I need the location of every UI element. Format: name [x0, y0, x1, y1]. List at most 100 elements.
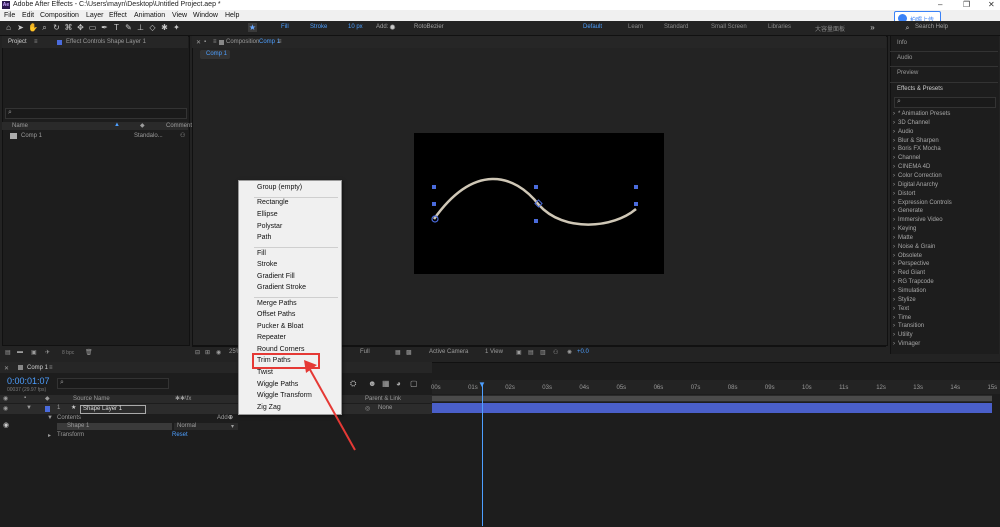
- tab-timeline-comp[interactable]: Comp 1: [27, 365, 48, 371]
- chevron-right-icon[interactable]: »: [868, 23, 877, 32]
- clone-stamp-tool-icon[interactable]: ⊥: [136, 23, 145, 32]
- effects-category-item[interactable]: Channel: [898, 155, 920, 161]
- switches-icon[interactable]: ✱✱\fx: [175, 395, 191, 402]
- work-area-bar[interactable]: [432, 395, 992, 402]
- column-parent[interactable]: Parent & Link: [365, 396, 401, 402]
- close-icon[interactable]: ✕: [196, 39, 201, 46]
- shape-path[interactable]: [414, 133, 664, 274]
- zoom-tool-icon[interactable]: ⌕: [40, 23, 49, 32]
- menu-item-fill[interactable]: Fill: [257, 250, 266, 257]
- info-panel-tab[interactable]: Info: [897, 40, 907, 46]
- tab-project[interactable]: Project: [8, 39, 27, 45]
- toggle-icon[interactable]: ▣: [516, 349, 522, 356]
- menu-view[interactable]: View: [172, 10, 187, 21]
- close-icon[interactable]: ✕: [4, 365, 9, 372]
- add-label[interactable]: Add: [217, 415, 228, 421]
- playhead-icon[interactable]: ▼: [478, 380, 486, 389]
- menu-item-round-corners[interactable]: Round Corners: [257, 346, 304, 353]
- audio-panel-tab[interactable]: Audio: [897, 55, 912, 61]
- star-icon[interactable]: ★: [248, 23, 257, 32]
- breadcrumb[interactable]: Comp 1: [200, 50, 230, 59]
- menu-item-gradient-fill[interactable]: Gradient Fill: [257, 273, 295, 280]
- effects-category-item[interactable]: Generate: [898, 208, 923, 214]
- bpc-label[interactable]: 8 bpc: [62, 350, 74, 356]
- menu-window[interactable]: Window: [193, 10, 218, 21]
- roto-brush-tool-icon[interactable]: ✱: [160, 23, 169, 32]
- eye-icon[interactable]: ◉: [3, 405, 8, 412]
- effects-category-item[interactable]: Digital Anarchy: [898, 182, 938, 188]
- home-icon[interactable]: ⌂: [4, 23, 13, 32]
- preview-panel-tab[interactable]: Preview: [897, 70, 918, 76]
- lock-icon[interactable]: ▪: [24, 395, 26, 401]
- playhead-line[interactable]: [482, 383, 483, 526]
- exposure-value[interactable]: +0.0: [577, 349, 589, 355]
- table-row[interactable]: ◉ ▼ 1 ★ Shape Layer 1 ◎ None: [0, 404, 432, 414]
- gear-icon[interactable]: ✹: [388, 23, 397, 32]
- search-icon[interactable]: ⌕: [903, 24, 912, 33]
- effects-category-item[interactable]: Time: [898, 315, 911, 321]
- effects-search-input[interactable]: ⌕: [894, 97, 996, 108]
- stroke-width[interactable]: 10 px: [348, 24, 363, 30]
- effects-category-item[interactable]: Obsolete: [898, 253, 922, 259]
- resolution-select[interactable]: Full: [360, 349, 370, 355]
- menu-edit[interactable]: Edit: [22, 10, 34, 21]
- menu-layer[interactable]: Layer: [86, 10, 104, 21]
- menu-item-pucker-bloat[interactable]: Pucker & Bloat: [257, 323, 303, 330]
- workspace-default[interactable]: Default: [583, 24, 602, 30]
- effects-category-item[interactable]: Stylize: [898, 297, 916, 303]
- menu-item-stroke[interactable]: Stroke: [257, 261, 277, 268]
- menu-icon[interactable]: ≡: [34, 39, 38, 45]
- selection-tool-icon[interactable]: ➤: [16, 23, 25, 32]
- exposure-icon[interactable]: ✺: [567, 349, 572, 356]
- tag-icon[interactable]: ◆: [140, 122, 145, 129]
- hand-tool-icon[interactable]: ✋: [28, 23, 38, 32]
- menu-icon[interactable]: ≡: [213, 39, 217, 45]
- camera-select[interactable]: Active Camera: [429, 349, 468, 355]
- effects-category-item[interactable]: Expression Controls: [898, 200, 952, 206]
- graph-editor-icon[interactable]: ▢: [410, 379, 418, 388]
- folder-icon[interactable]: ▬: [17, 349, 23, 355]
- work-area[interactable]: [432, 396, 992, 401]
- layout-icon[interactable]: ▤: [528, 349, 534, 356]
- expand-arrow-icon[interactable]: ▼: [26, 405, 32, 411]
- workspace-small-screen[interactable]: Small Screen: [711, 24, 747, 30]
- menu-icon[interactable]: ≡: [49, 365, 53, 371]
- effects-category-item[interactable]: Matte: [898, 235, 913, 241]
- effects-category-item[interactable]: Keying: [898, 226, 916, 232]
- eye-icon[interactable]: ◉: [3, 421, 9, 429]
- effects-category-item[interactable]: RG Trapcode: [898, 279, 934, 285]
- column-source-name[interactable]: Source Name: [73, 396, 110, 402]
- pan-behind-tool-icon[interactable]: ✥: [76, 23, 85, 32]
- menu-composition[interactable]: Composition: [40, 10, 79, 21]
- workspace-libraries[interactable]: Libraries: [768, 24, 791, 30]
- menu-item-rectangle[interactable]: Rectangle: [257, 199, 289, 206]
- type-tool-icon[interactable]: T: [112, 23, 121, 32]
- menu-item-zig-zag[interactable]: Zig Zag: [257, 404, 281, 411]
- effects-category-item[interactable]: Noise & Grain: [898, 244, 935, 250]
- pin-icon[interactable]: ✈: [45, 349, 50, 356]
- region-icon[interactable]: ▦: [395, 349, 401, 356]
- label-color[interactable]: [45, 406, 50, 412]
- effects-category-item[interactable]: Color Correction: [898, 173, 942, 179]
- layer-duration-bar[interactable]: [432, 403, 992, 413]
- tab-effect-controls[interactable]: Effect Controls Shape Layer 1: [66, 39, 146, 45]
- composition-canvas[interactable]: [414, 133, 664, 274]
- sort-icon[interactable]: ▲: [114, 122, 120, 128]
- effects-category-item[interactable]: Red Giant: [898, 270, 925, 276]
- menu-item-twist[interactable]: Twist: [257, 369, 273, 376]
- effects-category-item[interactable]: Distort: [898, 191, 915, 197]
- menu-item-repeater[interactable]: Repeater: [257, 334, 286, 341]
- menu-item-wiggle-paths[interactable]: Wiggle Paths: [257, 381, 298, 388]
- puppet-tool-icon[interactable]: ✦: [172, 23, 181, 32]
- minimize-icon[interactable]: –: [938, 0, 942, 10]
- menu-icon[interactable]: ≡: [278, 39, 282, 45]
- rotate-tool-icon[interactable]: ↻: [52, 23, 61, 32]
- flowchart-icon[interactable]: ⚇: [553, 349, 558, 356]
- add-icon[interactable]: ⊕: [228, 414, 233, 421]
- views-select[interactable]: 1 View: [485, 349, 503, 355]
- effects-category-item[interactable]: Utility: [898, 332, 913, 338]
- menu-item-offset-paths[interactable]: Offset Paths: [257, 311, 295, 318]
- rotobezier-label[interactable]: RotoBezier: [414, 24, 444, 30]
- flowchart-icon[interactable]: ⚇: [180, 132, 185, 139]
- interpret-icon[interactable]: ▤: [5, 349, 11, 356]
